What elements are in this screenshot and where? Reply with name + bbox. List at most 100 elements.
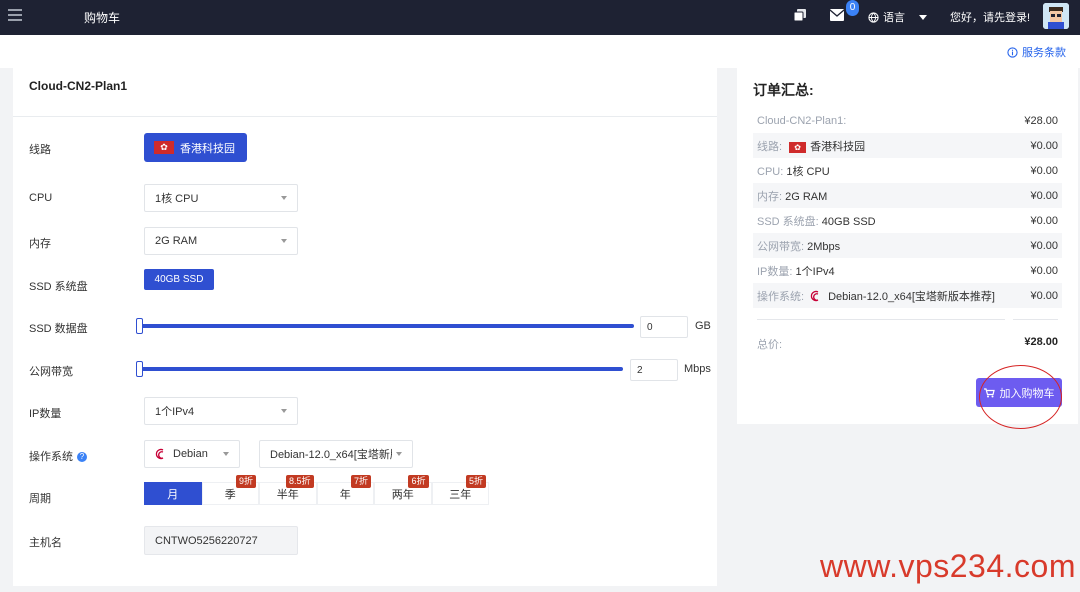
os-version-select[interactable]: Debian-12.0_x64[宝塔新版 — [259, 440, 413, 468]
summary-key: 线路: — [757, 140, 783, 153]
ssd-system-label: SSD 系统盘 — [29, 281, 88, 293]
summary-row: 操作系统: Debian-12.0_x64[宝塔新版本推荐] ¥0.00 — [753, 283, 1062, 308]
login-prompt-link[interactable]: 您好，请先登录! — [950, 9, 1030, 25]
summary-price: ¥28.00 — [1024, 114, 1058, 127]
product-config-card: Cloud-CN2-Plan1 线路 ✿ 香港科技园 CPU 1核 CPU 内存… — [13, 68, 717, 586]
mail-icon[interactable] — [830, 9, 844, 21]
ssd-system-option-button[interactable]: 40GB SSD — [144, 269, 214, 290]
summary-value: 40GB SSD — [821, 215, 876, 228]
summary-price: ¥0.00 — [1030, 189, 1058, 202]
os-label-wrap: 操作系统? — [29, 448, 87, 464]
mail-count-badge: 0 — [846, 0, 859, 16]
total-price: ¥28.00 — [1024, 336, 1058, 348]
route-option-button[interactable]: ✿ 香港科技园 — [144, 133, 247, 162]
ram-select[interactable]: 2G RAM — [144, 227, 298, 255]
chevron-down-icon — [281, 409, 287, 413]
debian-icon — [155, 448, 164, 460]
summary-key: IP数量: — [757, 265, 793, 278]
cpu-select[interactable]: 1核 CPU — [144, 184, 298, 212]
period-option-quarter[interactable]: 季 9折 — [201, 475, 259, 505]
summary-row: SSD 系统盘: 40GB SSD ¥0.00 — [753, 208, 1062, 233]
period-option-three-years[interactable]: 三年 5折 — [431, 475, 489, 505]
ram-select-value: 2G RAM — [155, 235, 198, 247]
discount-badge: 8.5折 — [285, 475, 314, 488]
ssd-data-unit: GB — [695, 320, 711, 332]
chevron-down-icon — [281, 239, 287, 243]
summary-key: CPU: — [757, 165, 784, 178]
summary-row: 公网带宽: 2Mbps ¥0.00 — [753, 233, 1062, 258]
site-watermark: www.vps234.com — [820, 548, 1076, 584]
summary-value: 1核 CPU — [786, 165, 830, 178]
bandwidth-slider[interactable] — [136, 361, 623, 377]
hong-kong-flag-icon: ✿ — [154, 141, 174, 154]
summary-row: IP数量: 1个IPv4 ¥0.00 — [753, 258, 1062, 283]
avatar[interactable] — [1043, 3, 1069, 29]
hostname-label: 主机名 — [29, 537, 62, 549]
discount-badge: 5折 — [465, 475, 486, 488]
cpu-label: CPU — [29, 192, 53, 204]
os-family-select[interactable]: Debian — [144, 440, 240, 468]
period-label: 周期 — [29, 493, 51, 505]
period-option-month[interactable]: 月 — [144, 482, 202, 505]
period-option-label: 季 — [224, 488, 236, 501]
ram-label: 内存 — [29, 238, 51, 250]
summary-price: ¥0.00 — [1030, 164, 1058, 177]
product-name: Cloud-CN2-Plan1 — [13, 68, 717, 117]
menu-icon[interactable] — [8, 9, 22, 23]
chevron-down-icon — [919, 14, 927, 20]
summary-price: ¥0.00 — [1030, 289, 1058, 302]
summary-price: ¥0.00 — [1030, 239, 1058, 252]
period-option-half-year[interactable]: 半年 8.5折 — [259, 475, 317, 505]
summary-value: Debian-12.0_x64[宝塔新版本推荐] — [828, 290, 995, 303]
highlight-circle-annotation — [979, 365, 1062, 429]
summary-key: SSD 系统盘: — [757, 215, 819, 228]
total-label: 总价: — [757, 339, 783, 351]
ssd-data-input[interactable]: 0 — [640, 316, 688, 338]
chevron-down-icon — [281, 196, 287, 200]
hong-kong-flag-icon: ✿ — [789, 142, 807, 153]
divider — [1013, 319, 1058, 320]
ip-count-label: IP数量 — [29, 408, 62, 420]
summary-key: Cloud-CN2-Plan1: — [757, 114, 847, 127]
summary-key: 内存: — [757, 190, 783, 203]
os-label: 操作系统 — [29, 451, 73, 463]
bandwidth-unit: Mbps — [684, 363, 711, 375]
language-selector[interactable]: 语言 — [868, 9, 927, 25]
summary-price: ¥0.00 — [1030, 264, 1058, 277]
summary-price: ¥0.00 — [1030, 139, 1058, 152]
period-option-label: 月 — [167, 488, 179, 501]
info-icon — [1007, 46, 1018, 58]
os-version-value: Debian-12.0_x64[宝塔新版 — [270, 449, 392, 461]
chevron-down-icon — [223, 452, 229, 456]
discount-badge: 7折 — [350, 475, 371, 488]
ip-count-select[interactable]: 1个IPv4 — [144, 397, 298, 425]
slider-handle[interactable] — [136, 318, 143, 334]
order-summary-title: 订单汇总: — [753, 82, 814, 98]
copy-icon[interactable] — [793, 8, 807, 22]
route-option-label: 香港科技园 — [180, 142, 235, 155]
terms-of-service-link[interactable]: 服务条款 — [1007, 44, 1066, 60]
ssd-data-label: SSD 数据盘 — [29, 323, 88, 335]
debian-icon — [810, 290, 819, 301]
terms-of-service-label: 服务条款 — [1022, 47, 1066, 59]
period-option-two-years[interactable]: 两年 6折 — [374, 475, 432, 505]
summary-row: CPU: 1核 CPU ¥0.00 — [753, 158, 1062, 183]
chevron-down-icon — [396, 452, 402, 456]
summary-value: 1个IPv4 — [795, 265, 835, 278]
slider-handle[interactable] — [136, 361, 143, 377]
summary-row: 内存: 2G RAM ¥0.00 — [753, 183, 1062, 208]
period-option-label: 年 — [339, 488, 351, 501]
summary-row: 线路: ✿ 香港科技园 ¥0.00 — [753, 133, 1062, 158]
summary-key: 公网带宽: — [757, 240, 805, 253]
language-label: 语言 — [883, 12, 905, 24]
bandwidth-label: 公网带宽 — [29, 366, 73, 378]
help-icon[interactable]: ? — [77, 452, 87, 463]
hostname-input[interactable]: CNTWO5256220727 — [144, 526, 298, 555]
summary-value: 2Mbps — [807, 240, 841, 253]
ip-count-select-value: 1个IPv4 — [155, 406, 195, 418]
discount-badge: 6折 — [408, 475, 429, 488]
bandwidth-input[interactable]: 2 — [630, 359, 678, 381]
period-option-year[interactable]: 年 7折 — [316, 475, 374, 505]
summary-price: ¥0.00 — [1030, 214, 1058, 227]
ssd-data-slider[interactable] — [136, 318, 634, 334]
